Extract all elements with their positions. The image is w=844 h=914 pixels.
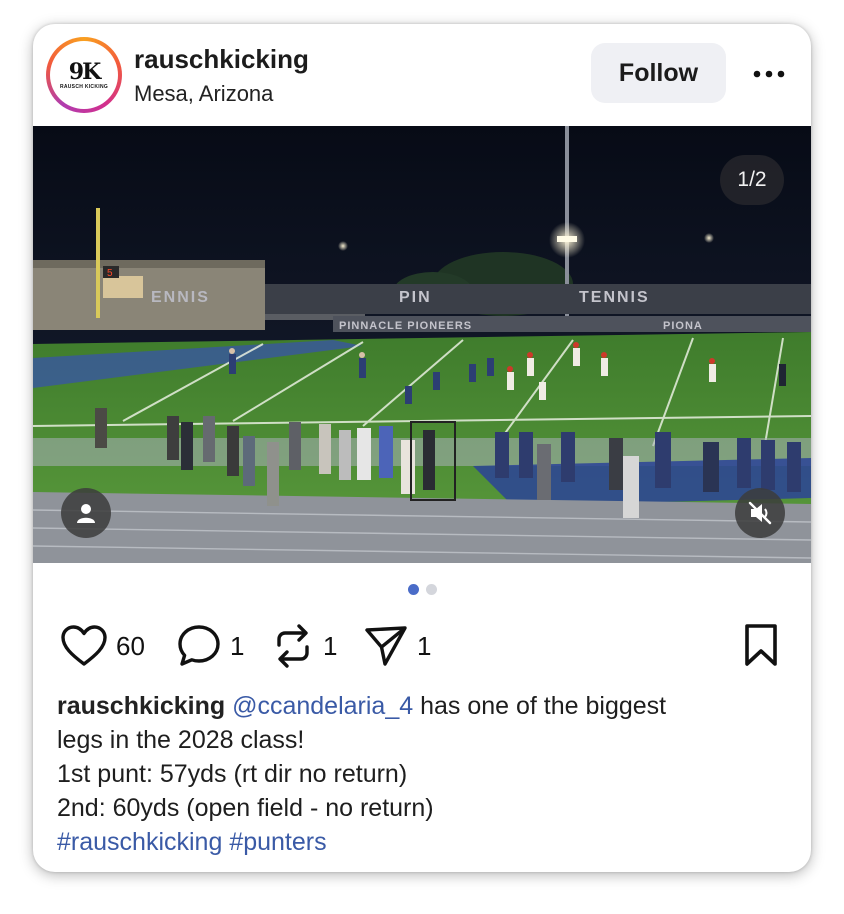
like-action[interactable]: 60 [60, 620, 145, 672]
caption-line-3: 1st punt: 57yds (rt dir no return) [57, 760, 408, 788]
sign-tennis: TENNIS [579, 289, 650, 306]
post-media[interactable]: ENNIS PIN TENNIS PINNACLE PIONEERS PIONA… [33, 126, 811, 563]
caption-text-1: has one of the biggest [413, 692, 667, 720]
more-icon [753, 70, 785, 78]
post-location[interactable]: Mesa, Arizona [134, 81, 273, 107]
carousel-indicator [33, 584, 811, 598]
save-button[interactable] [741, 622, 781, 673]
post-caption: rauschkicking @ccandelaria_4 has one of … [57, 689, 797, 859]
avatar-logo: 9K RAUSCH KICKING [50, 41, 118, 109]
tagged-users-button[interactable] [61, 488, 111, 538]
caption-hashtags: #rauschkicking #punters [57, 825, 797, 859]
follow-button[interactable]: Follow [591, 43, 726, 103]
media-counter: 1/2 [720, 155, 784, 205]
heart-icon [61, 625, 107, 666]
action-bar: 60 1 1 1 [33, 620, 811, 672]
share-icon [365, 626, 407, 666]
repost-count: 1 [323, 630, 338, 661]
sign-pin: PIN [399, 289, 432, 306]
hashtag-rauschkicking[interactable]: #rauschkicking [57, 828, 222, 856]
caption-author[interactable]: rauschkicking [57, 692, 225, 720]
caption-mention[interactable]: @ccandelaria_4 [232, 692, 413, 720]
repost-action[interactable]: 1 [271, 620, 337, 672]
caption-line-1: rauschkicking @ccandelaria_4 has one of … [57, 689, 797, 723]
avatar-logo-mark: 9K [68, 58, 101, 85]
comment-count: 1 [230, 630, 245, 661]
repost-icon [277, 624, 309, 668]
caption-line-2: legs in the 2028 class! [57, 726, 305, 754]
mute-toggle-button[interactable] [735, 488, 785, 538]
avatar[interactable]: 9K RAUSCH KICKING [46, 37, 122, 113]
avatar-logo-text: RAUSCH KICKING [59, 83, 109, 90]
sign-ennis: ENNIS [151, 289, 210, 306]
sign-piona: PIONA [663, 320, 703, 332]
bookmark-icon [745, 624, 777, 666]
post-card: 9K RAUSCH KICKING rauschkicking Mesa, Ar… [33, 24, 811, 872]
comment-action[interactable]: 1 [176, 620, 244, 672]
like-count: 60 [116, 630, 145, 661]
football-field-photo: ENNIS PIN TENNIS PINNACLE PIONEERS PIONA… [33, 126, 811, 563]
comment-icon [178, 625, 220, 666]
caption-line-4: 2nd: 60yds (open field - no return) [57, 794, 434, 822]
muted-speaker-icon [748, 501, 772, 525]
share-count: 1 [417, 630, 432, 661]
post-header: 9K RAUSCH KICKING rauschkicking Mesa, Ar… [33, 24, 811, 126]
more-options-button[interactable] [751, 62, 787, 86]
user-tag-icon [77, 504, 95, 523]
carousel-dot-2[interactable] [425, 584, 437, 595]
share-action[interactable]: 1 [363, 620, 431, 672]
post-username[interactable]: rauschkicking [134, 44, 309, 75]
scoreboard-number: 5 [107, 268, 113, 279]
hashtag-punters[interactable]: #punters [229, 828, 326, 856]
sign-pinnacle-pioneers: PINNACLE PIONEERS [339, 320, 472, 332]
carousel-dot-1[interactable] [407, 584, 419, 595]
